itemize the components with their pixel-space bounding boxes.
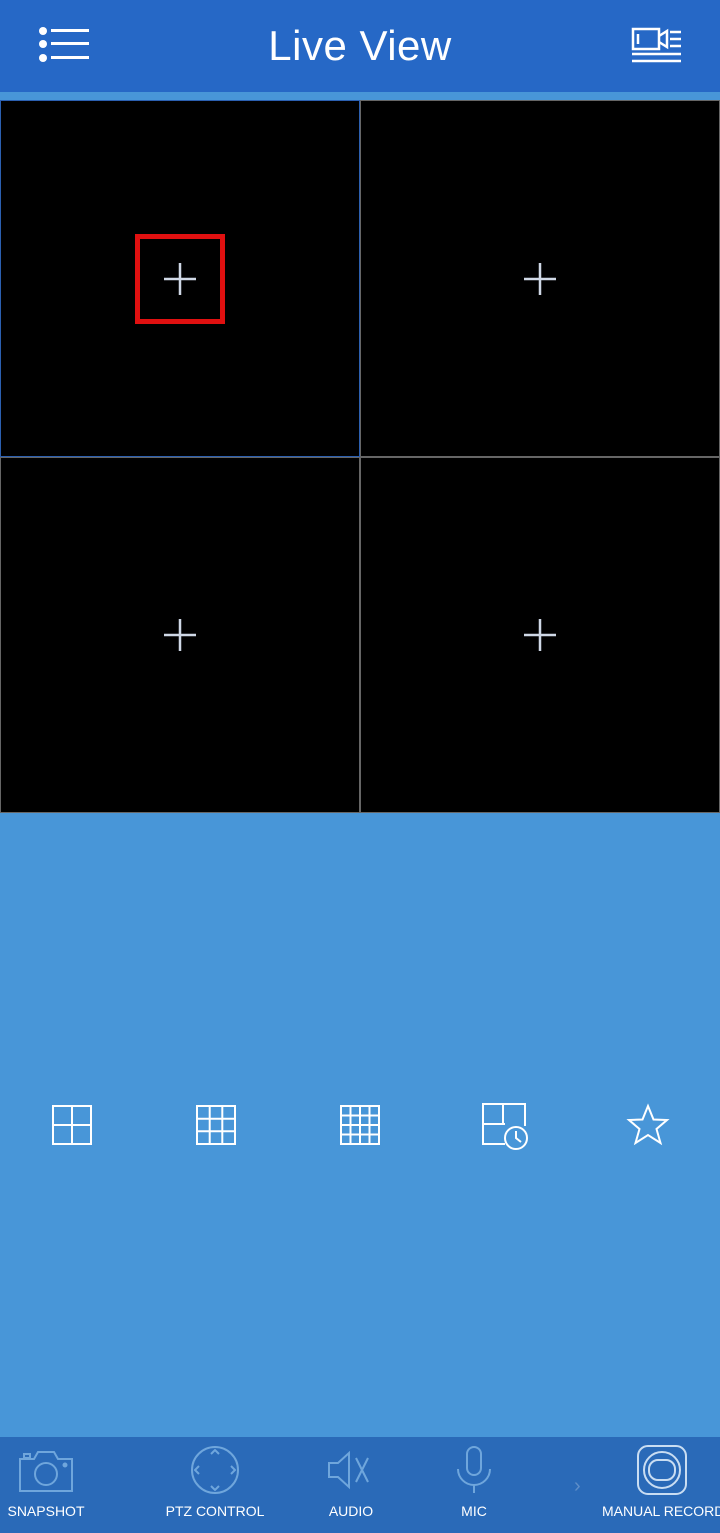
mic-button[interactable]: MIC — [434, 1437, 514, 1533]
favorite-star-icon[interactable] — [623, 1100, 673, 1150]
video-cell-2[interactable] — [360, 100, 720, 457]
chevron-right-icon[interactable]: › — [574, 1475, 581, 1498]
mic-label: MIC — [461, 1503, 487, 1519]
ptz-dpad-icon — [191, 1446, 239, 1494]
manual-record-label: MANUAL RECORD — [602, 1503, 720, 1519]
video-list-icon[interactable] — [628, 24, 684, 66]
snapshot-button[interactable]: SNAPSHOT — [6, 1437, 86, 1533]
video-cell-4[interactable] — [360, 457, 720, 813]
ptz-control-button[interactable]: PTZ CONTROL — [166, 1437, 264, 1533]
manual-record-button[interactable]: MANUAL RECORD — [602, 1437, 720, 1533]
audio-button[interactable]: AUDIO — [311, 1437, 391, 1533]
speaker-muted-icon — [328, 1450, 369, 1490]
grid-4-icon[interactable] — [47, 1100, 97, 1150]
microphone-icon — [457, 1446, 491, 1493]
page-title: Live View — [268, 22, 452, 69]
add-icon[interactable] — [163, 618, 197, 652]
layout-switcher — [0, 1100, 720, 1156]
grid-9-icon[interactable] — [191, 1100, 241, 1150]
camera-icon — [19, 1451, 73, 1492]
add-icon[interactable] — [163, 262, 197, 296]
add-icon[interactable] — [523, 262, 557, 296]
audio-label: AUDIO — [328, 1503, 374, 1519]
live-view-grid — [0, 100, 720, 813]
top-bar: Live View — [0, 0, 720, 92]
schedule-layout-icon[interactable] — [479, 1100, 529, 1150]
record-icon — [637, 1445, 687, 1495]
bottom-toolbar: SNAPSHOT PTZ CONTROL AUDIO MIC MANUAL RE… — [0, 1437, 720, 1533]
video-cell-1[interactable] — [0, 100, 360, 457]
video-cell-3[interactable] — [0, 457, 360, 813]
ptz-control-label: PTZ CONTROL — [165, 1503, 265, 1519]
snapshot-label: SNAPSHOT — [7, 1503, 85, 1519]
add-icon[interactable] — [523, 618, 557, 652]
header-divider — [0, 92, 720, 100]
grid-16-icon[interactable] — [335, 1100, 385, 1150]
